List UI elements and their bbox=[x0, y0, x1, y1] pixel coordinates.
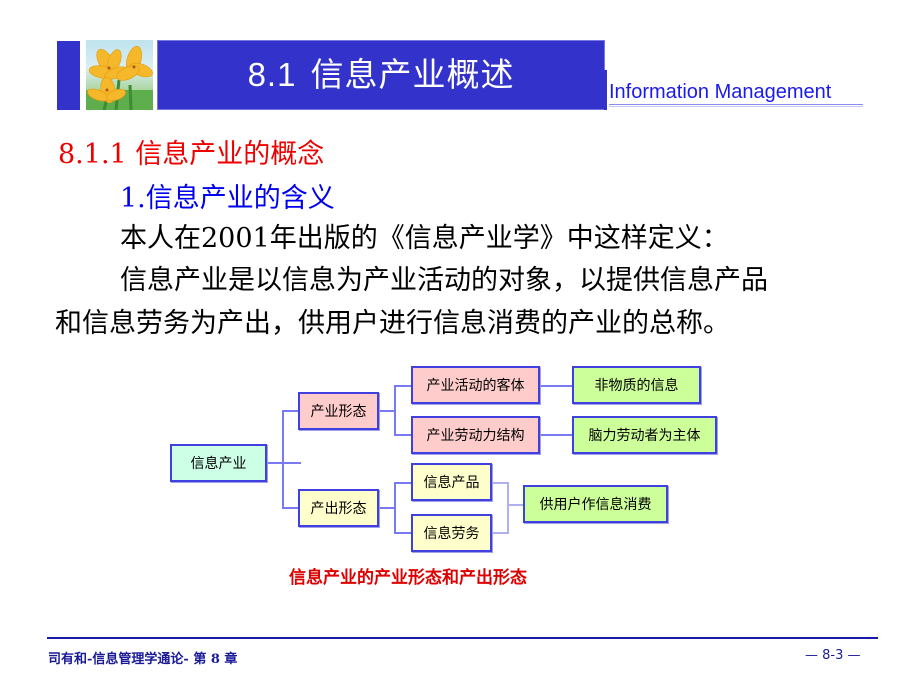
diagram-node-activity-object: 产业活动的客体 bbox=[411, 366, 540, 404]
connector-line bbox=[492, 482, 508, 484]
connector-line bbox=[540, 434, 572, 436]
subtitle-underline bbox=[609, 104, 863, 107]
title-number: 8.1 bbox=[247, 56, 297, 93]
connector-line bbox=[379, 507, 395, 509]
diagram-node-info-service: 信息劳务 bbox=[411, 514, 492, 552]
connector-line bbox=[394, 482, 396, 533]
connector-line bbox=[507, 482, 509, 534]
diagram-node-user-consumption: 供用户作信息消费 bbox=[523, 485, 668, 523]
connector-line bbox=[394, 434, 411, 436]
slide-title: 信息产业概述 bbox=[310, 56, 515, 93]
page-number: — 8-3 — bbox=[805, 648, 861, 663]
connector-line bbox=[282, 507, 299, 509]
paragraph-line: 信息产业是以信息为产业活动的对象，以提供信息产品 bbox=[120, 265, 768, 296]
connector-line bbox=[267, 462, 301, 464]
connector-line bbox=[282, 410, 299, 412]
diagram-node-nonmaterial-info: 非物质的信息 bbox=[572, 366, 701, 404]
diagram-caption: 信息产业的产业形态和产出形态 bbox=[289, 568, 527, 588]
section-heading: 8.1.1 信息产业的概念 bbox=[58, 139, 325, 170]
diagram-node-labor-structure: 产业劳动力结构 bbox=[411, 416, 540, 454]
sub-heading: 1.信息产业的含义 bbox=[120, 183, 335, 214]
connector-line bbox=[492, 532, 508, 534]
connector-line bbox=[282, 410, 284, 509]
connector-line bbox=[379, 410, 395, 412]
lily-flower-image bbox=[86, 40, 153, 110]
course-subtitle: Information Management bbox=[609, 81, 832, 103]
diagram-node-output-form: 产出形态 bbox=[298, 489, 379, 527]
paragraph-line: 和信息劳务为产出，供用户进行信息消费的产业的总称。 bbox=[55, 308, 730, 339]
diagram-node-info-product: 信息产品 bbox=[411, 463, 492, 501]
slide-title-bar: 8.1 信息产业概述 bbox=[157, 40, 605, 110]
footer-divider bbox=[47, 637, 878, 639]
connector-line bbox=[394, 385, 396, 436]
flower-icon bbox=[86, 46, 153, 110]
paragraph-line: 本人在2001年出版的《信息产业学》中这样定义： bbox=[120, 223, 729, 254]
diagram-root-node: 信息产业 bbox=[170, 444, 267, 482]
connector-line bbox=[394, 532, 411, 534]
connector-line bbox=[394, 482, 411, 484]
connector-line bbox=[394, 385, 411, 387]
header-accent-block bbox=[57, 41, 80, 110]
diagram-node-mental-labor: 脑力劳动者为主体 bbox=[572, 416, 717, 454]
connector-line bbox=[507, 504, 523, 506]
footer-course-info: 司有和-信息管理学通论- 第 8 章 bbox=[48, 652, 238, 667]
diagram-node-industry-form: 产业形态 bbox=[298, 392, 379, 430]
connector-line bbox=[540, 385, 572, 387]
title-bar-edge bbox=[604, 70, 607, 110]
